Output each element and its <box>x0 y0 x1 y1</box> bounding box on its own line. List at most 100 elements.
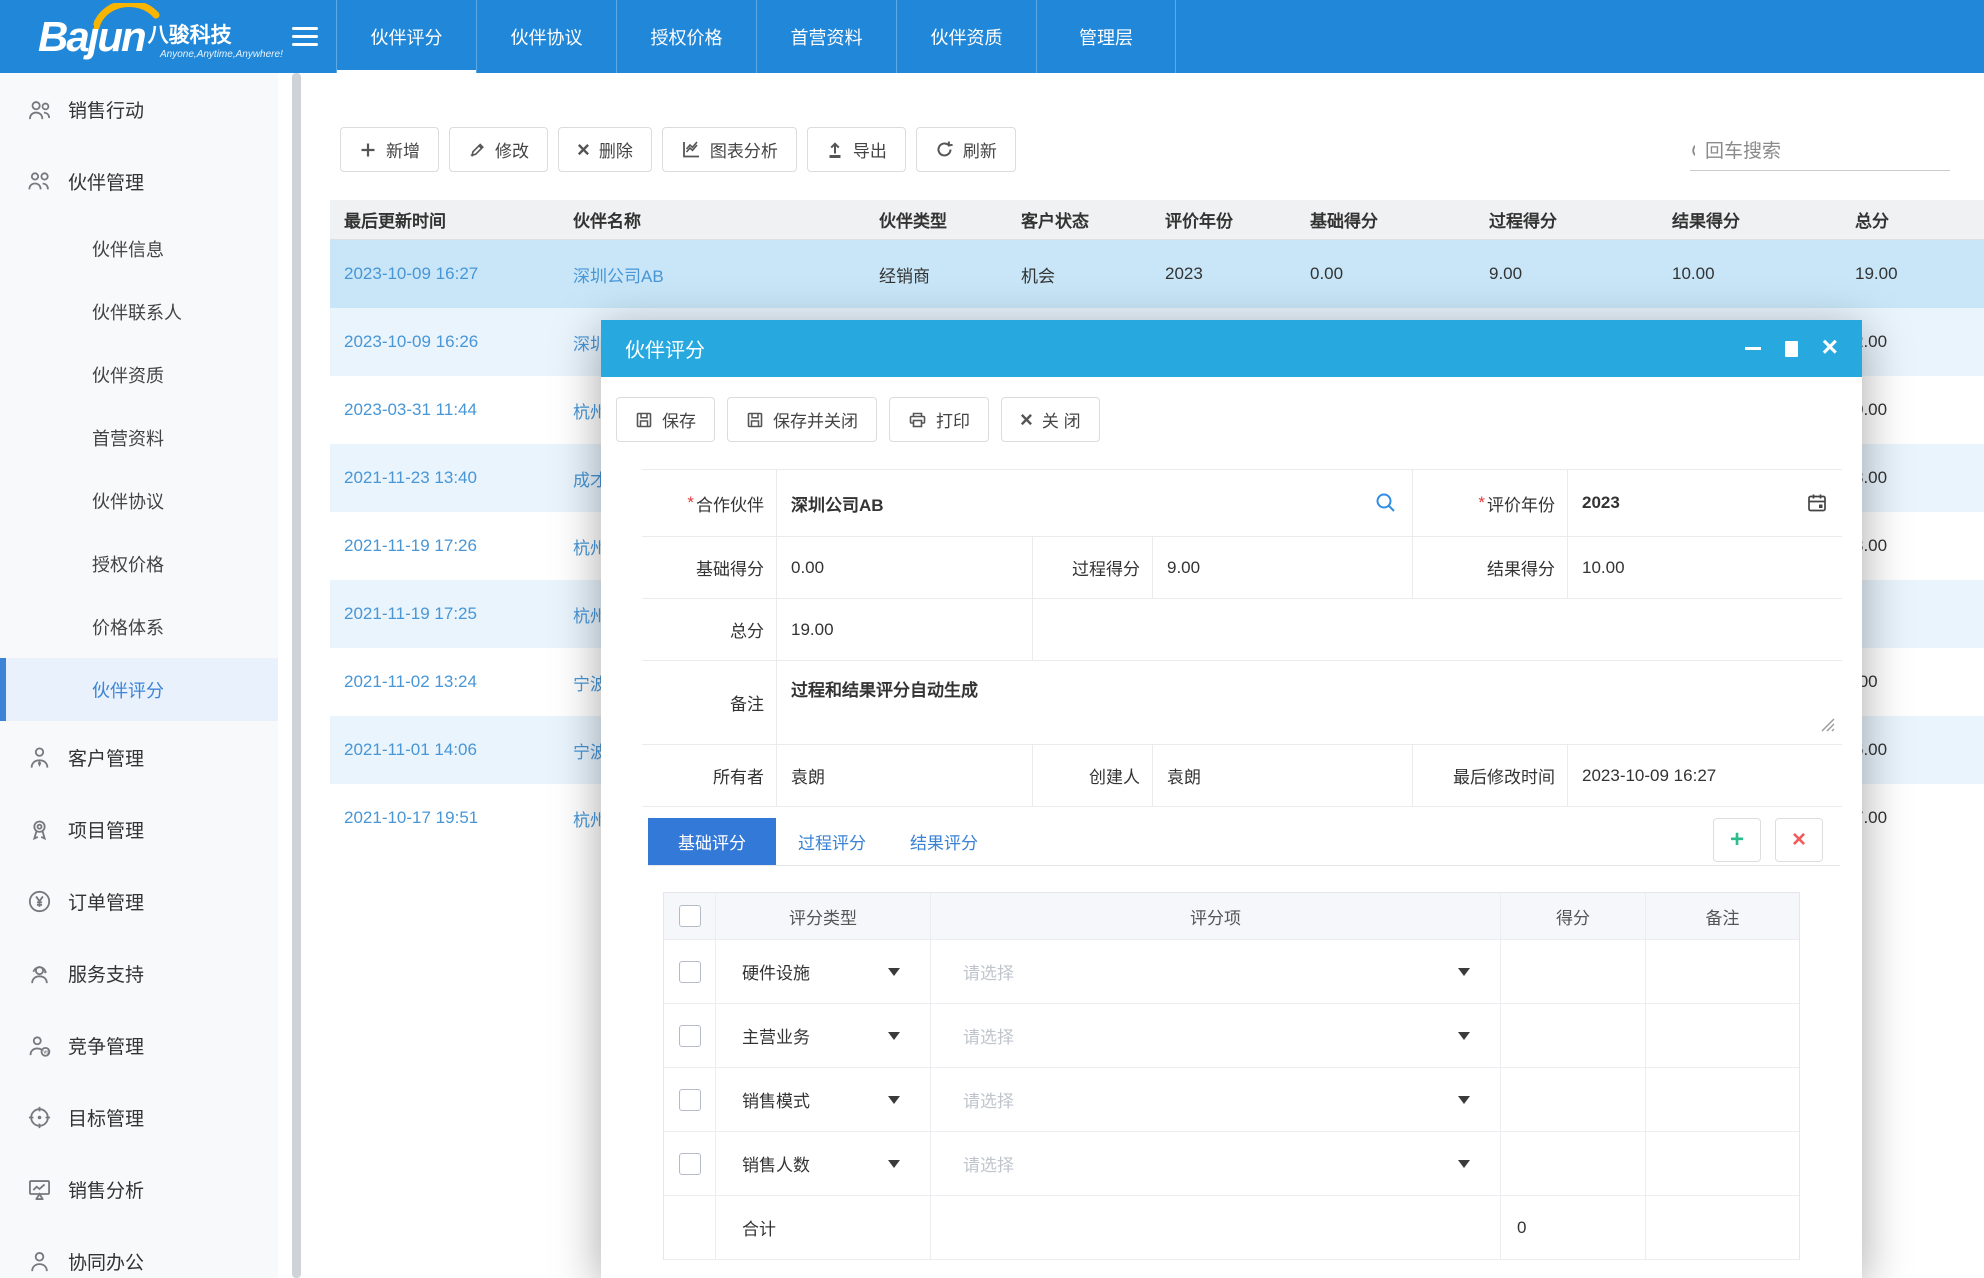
close-button[interactable]: × 关 闭 <box>1001 397 1100 442</box>
close-icon[interactable]: × <box>1822 333 1838 361</box>
sidebar-item-first-sale-doc[interactable]: 首营资料 <box>0 406 278 469</box>
remark-cell[interactable] <box>1646 1068 1799 1132</box>
score-item-select[interactable]: 请选择 <box>931 1132 1501 1196</box>
cell-updated-at[interactable]: 2021-11-01 14:06 <box>330 740 559 760</box>
col-header-score: 得分 <box>1501 893 1646 940</box>
sidebar-item-partner-agreement[interactable]: 伙伴协议 <box>0 469 278 532</box>
sidebar-item-partner-qualification[interactable]: 伙伴资质 <box>0 343 278 406</box>
row-checkbox[interactable] <box>679 1089 701 1111</box>
sidebar-item-project-management[interactable]: 项目管理 <box>0 793 278 865</box>
save-button[interactable]: 保存 <box>616 397 715 442</box>
tab-process-score[interactable]: 过程评分 <box>776 818 888 865</box>
sidebar-item-price-system[interactable]: 价格体系 <box>0 595 278 658</box>
sidebar-item-partner-score[interactable]: 伙伴评分 <box>0 658 278 721</box>
cell-partner-name[interactable]: 深圳公司AB <box>559 262 865 287</box>
refresh-button[interactable]: 刷新 <box>916 127 1016 172</box>
vertical-scrollbar[interactable] <box>292 73 301 1278</box>
table-row[interactable]: 2023-10-09 16:27 深圳公司AB 经销商 机会 2023 0.00… <box>330 240 1984 308</box>
base-score-field[interactable]: 0.00 <box>777 558 1032 578</box>
cell-updated-at[interactable]: 2023-10-09 16:26 <box>330 332 559 352</box>
chevron-down-icon <box>888 1160 900 1168</box>
row-checkbox[interactable] <box>679 961 701 983</box>
cell-updated-at[interactable]: 2021-11-02 13:24 <box>330 672 559 692</box>
modal-title-bar: 伙伴评分 × <box>601 320 1862 377</box>
delete-button[interactable]: × 删除 <box>558 127 652 172</box>
year-field-value: 2023 <box>1582 493 1620 513</box>
calendar-icon[interactable] <box>1806 492 1828 514</box>
minimize-icon[interactable] <box>1745 347 1761 350</box>
nav-tab-partner-agreement[interactable]: 伙伴协议 <box>476 0 616 73</box>
score-type-select[interactable]: 硬件设施 <box>716 940 931 1004</box>
sidebar-item-label: 客户管理 <box>68 744 144 771</box>
export-button[interactable]: 导出 <box>807 127 906 172</box>
lookup-search-icon[interactable] <box>1374 491 1398 515</box>
sidebar-item-partner-contacts[interactable]: 伙伴联系人 <box>0 280 278 343</box>
year-field[interactable]: 2023 <box>1568 492 1842 514</box>
partner-field[interactable]: 深圳公司AB <box>777 491 1412 516</box>
save-and-close-button[interactable]: 保存并关闭 <box>727 397 877 442</box>
remark-cell[interactable] <box>1646 1132 1799 1196</box>
score-item-select[interactable]: 请选择 <box>931 1068 1501 1132</box>
score-cell[interactable] <box>1501 1068 1646 1132</box>
delete-row-button[interactable]: × <box>1775 818 1823 862</box>
partners-icon <box>26 168 53 195</box>
score-item-select[interactable]: 请选择 <box>931 940 1501 1004</box>
score-cell[interactable] <box>1501 1004 1646 1068</box>
score-cell[interactable] <box>1501 940 1646 1004</box>
search-input[interactable] <box>1705 141 1950 163</box>
tab-base-score[interactable]: 基础评分 <box>648 818 776 865</box>
score-type-value: 主营业务 <box>742 1023 810 1048</box>
tab-result-score[interactable]: 结果评分 <box>888 818 1000 865</box>
add-row-button[interactable]: + <box>1713 818 1761 862</box>
sidebar-item-partner-management[interactable]: 伙伴管理 <box>0 145 278 217</box>
edit-button[interactable]: 修改 <box>449 127 548 172</box>
sidebar-item-auth-price[interactable]: 授权价格 <box>0 532 278 595</box>
cell-updated-at[interactable]: 2021-10-17 19:51 <box>330 808 559 828</box>
hamburger-menu-icon[interactable] <box>292 22 320 51</box>
result-score-field[interactable]: 10.00 <box>1568 558 1842 578</box>
sidebar-item-order-management[interactable]: 订单管理 <box>0 865 278 937</box>
sidebar-item-partner-info[interactable]: 伙伴信息 <box>0 217 278 280</box>
print-button[interactable]: 打印 <box>889 397 989 442</box>
score-type-select[interactable]: 销售人数 <box>716 1132 931 1196</box>
sidebar-item-sales-analysis[interactable]: 销售分析 <box>0 1153 278 1225</box>
score-item-select[interactable]: 请选择 <box>931 1004 1501 1068</box>
sidebar-item-label: 目标管理 <box>68 1104 144 1131</box>
sidebar-item-customer-management[interactable]: 客户管理 <box>0 721 278 793</box>
sidebar-item-collaboration-office[interactable]: 协同办公 <box>0 1225 278 1278</box>
row-checkbox[interactable] <box>679 1025 701 1047</box>
maximize-icon[interactable] <box>1785 341 1798 357</box>
process-score-field[interactable]: 9.00 <box>1153 558 1412 578</box>
remark-cell[interactable] <box>1646 1004 1799 1068</box>
sidebar-item-target-management[interactable]: 目标管理 <box>0 1081 278 1153</box>
cell-updated-at[interactable]: 2021-11-19 17:25 <box>330 604 559 624</box>
nav-tab-auth-price[interactable]: 授权价格 <box>616 0 756 73</box>
chart-analysis-button[interactable]: 图表分析 <box>662 127 797 172</box>
sidebar-item-competition-management[interactable]: vs 竞争管理 <box>0 1009 278 1081</box>
add-button[interactable]: 新增 <box>340 127 439 172</box>
score-cell[interactable] <box>1501 1132 1646 1196</box>
remark-field[interactable]: 过程和结果评分自动生成 <box>777 661 1842 744</box>
select-all-checkbox[interactable] <box>679 905 701 927</box>
nav-tab-management[interactable]: 管理层 <box>1036 0 1176 73</box>
cell-updated-at[interactable]: 2023-03-31 11:44 <box>330 400 559 420</box>
nav-tab-partner-qualification[interactable]: 伙伴资质 <box>896 0 1036 73</box>
cell-updated-at[interactable]: 2021-11-23 13:40 <box>330 468 559 488</box>
score-type-select[interactable]: 销售模式 <box>716 1068 931 1132</box>
row-checkbox[interactable] <box>679 1153 701 1175</box>
nav-tab-partner-score[interactable]: 伙伴评分 <box>336 0 476 73</box>
nav-tab-first-sale-doc[interactable]: 首营资料 <box>756 0 896 73</box>
cell-eval-year: 2023 <box>1151 264 1296 284</box>
cell-updated-at[interactable]: 2021-11-19 17:26 <box>330 536 559 556</box>
score-type-select[interactable]: 主营业务 <box>716 1004 931 1068</box>
target-icon <box>26 1104 53 1131</box>
sidebar-item-sales-action[interactable]: 销售行动 <box>0 73 278 145</box>
export-icon <box>826 141 844 159</box>
score-item-placeholder: 请选择 <box>963 1087 1014 1112</box>
resize-handle-icon[interactable] <box>1820 717 1836 738</box>
cell-updated-at[interactable]: 2023-10-09 16:27 <box>330 264 559 284</box>
sidebar-item-label: 销售行动 <box>68 96 144 123</box>
base-score-label: 基础得分 <box>642 537 777 598</box>
remark-cell[interactable] <box>1646 940 1799 1004</box>
sidebar-item-service-support[interactable]: 服务支持 <box>0 937 278 1009</box>
